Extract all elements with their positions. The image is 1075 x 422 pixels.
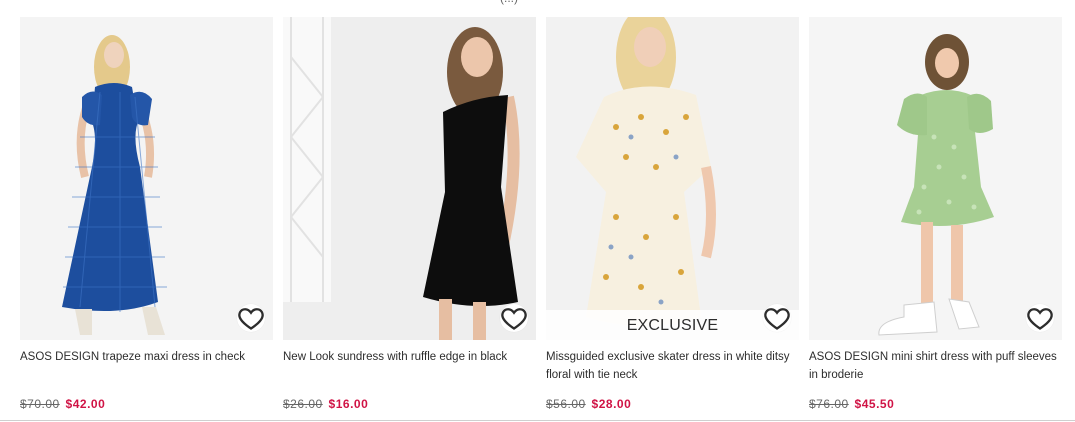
heart-outline-icon	[764, 308, 790, 330]
sale-price: $28.00	[591, 397, 632, 411]
heart-outline-icon	[501, 308, 527, 330]
product-price: $56.00 $28.00	[546, 397, 799, 411]
save-for-later-button[interactable]	[763, 304, 791, 332]
product-title[interactable]: ASOS DESIGN mini shirt dress with puff s…	[809, 349, 1062, 385]
original-price: $70.00	[20, 397, 60, 411]
save-for-later-button[interactable]	[1026, 304, 1054, 332]
product-card[interactable]: ASOS DESIGN trapeze maxi dress in check …	[20, 17, 273, 411]
product-title[interactable]: ASOS DESIGN trapeze maxi dress in check	[20, 349, 273, 385]
model-photo-floral-skater-dress	[546, 17, 799, 340]
product-image[interactable]	[283, 17, 536, 340]
heart-outline-icon	[238, 308, 264, 330]
product-price: $26.00 $16.00	[283, 397, 536, 411]
original-price: $26.00	[283, 397, 323, 411]
product-price: $70.00 $42.00	[20, 397, 273, 411]
product-image[interactable]: EXCLUSIVE	[546, 17, 799, 340]
exclusive-badge: EXCLUSIVE	[546, 310, 799, 340]
save-for-later-button[interactable]	[500, 304, 528, 332]
previous-row-fragment: (...)	[500, 0, 518, 5]
product-card[interactable]: EXCLUSIVE Missguided exclusive skater dr…	[546, 17, 799, 411]
model-photo-black-sundress	[283, 17, 536, 340]
sale-price: $16.00	[328, 397, 369, 411]
product-image[interactable]	[809, 17, 1062, 340]
sale-price: $45.50	[854, 397, 895, 411]
product-price: $76.00 $45.50	[809, 397, 1062, 411]
original-price: $56.00	[546, 397, 586, 411]
product-grid: ASOS DESIGN trapeze maxi dress in check …	[20, 17, 1062, 411]
product-card[interactable]: ASOS DESIGN mini shirt dress with puff s…	[809, 17, 1062, 411]
product-title[interactable]: Missguided exclusive skater dress in whi…	[546, 349, 799, 385]
model-photo-blue-check-maxi	[20, 17, 273, 340]
product-card[interactable]: New Look sundress with ruffle edge in bl…	[283, 17, 536, 411]
original-price: $76.00	[809, 397, 849, 411]
divider	[0, 420, 1075, 421]
heart-outline-icon	[1027, 308, 1053, 330]
model-photo-green-shirt-dress	[809, 17, 1062, 340]
save-for-later-button[interactable]	[237, 304, 265, 332]
sale-price: $42.00	[65, 397, 106, 411]
product-image[interactable]	[20, 17, 273, 340]
product-title[interactable]: New Look sundress with ruffle edge in bl…	[283, 349, 536, 385]
